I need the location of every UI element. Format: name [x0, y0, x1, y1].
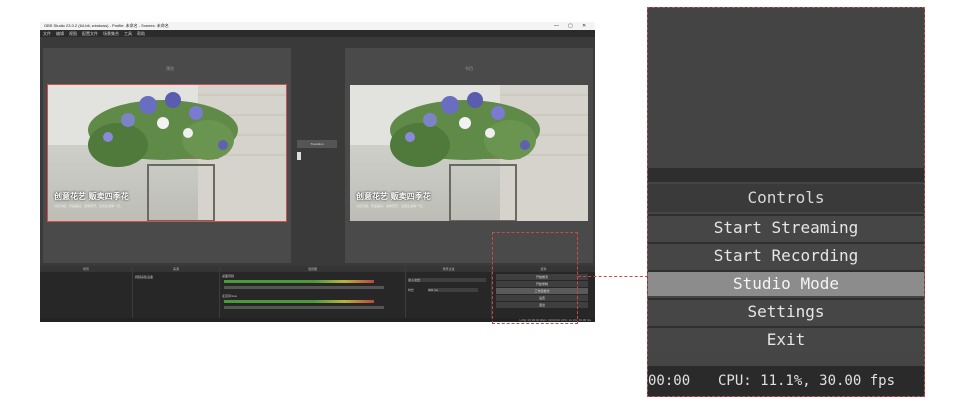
mixer-mic-label: 麦克风/Aux [222, 294, 238, 298]
duration-label: 时长 [408, 288, 415, 292]
transition-select[interactable]: 淡入淡出 [408, 278, 486, 282]
zoom-settings-button[interactable]: Settings [648, 298, 924, 324]
menu-help[interactable]: 帮助 [137, 30, 145, 37]
scene-caption: 创意花艺 贩卖四季花 [356, 192, 431, 201]
scene-subcaption: 以花为媒，传递美好；四季花开，点亮生活每一天。 [54, 204, 124, 208]
transition-slider[interactable] [297, 152, 301, 160]
close-icon[interactable]: ✕ [582, 22, 586, 30]
controls-title: Controls [648, 184, 924, 212]
program-label: 节目 [465, 66, 473, 71]
zoom-status-cpu: CPU: 11.1%, 30.00 fps [718, 373, 896, 389]
zoomed-controls-panel: Controls Start Streaming Start Recording… [647, 7, 925, 397]
preview-pane[interactable]: 预览 创意花艺 贩卖四季花 以花为媒，传递美好；四季花开，点亮生活每一天。 [43, 48, 291, 263]
source-item[interactable]: 视频采集设备 [135, 275, 153, 279]
menu-file[interactable]: 文件 [43, 30, 51, 37]
zoom-status-time: 00:00 [648, 373, 691, 389]
scene-subcaption: 以花为媒，传递美好；四季花开，点亮生活每一天。 [356, 204, 426, 208]
callout-connector [578, 276, 648, 277]
preview-scene[interactable]: 创意花艺 贩卖四季花 以花为媒，传递美好；四季花开，点亮生活每一天。 [47, 84, 287, 222]
menu-scene-collection[interactable]: 场景集合 [103, 30, 119, 37]
zoomed-empty-area [648, 8, 924, 168]
mixer-desktop-meter [224, 280, 374, 283]
mixer-desktop-label: 桌面音频 [222, 274, 235, 278]
mixer-header: 混音器 [220, 266, 405, 272]
window-title: OBS Studio 23.0.2 (64-bit, windows) - Pr… [44, 23, 169, 28]
sources-header: 来源 [133, 266, 219, 272]
menu-edit[interactable]: 编辑 [56, 30, 64, 37]
program-scene[interactable]: 创意花艺 贩卖四季花 以花为媒，传递美好；四季花开，点亮生活每一天。 [350, 85, 588, 221]
preview-label: 预览 [166, 66, 174, 71]
zoom-exit-button[interactable]: Exit [648, 326, 924, 352]
transitions-header: 场景过渡 [406, 266, 491, 272]
menu-profile[interactable]: 配置文件 [82, 30, 98, 37]
mixer-mic-slider[interactable] [224, 306, 384, 309]
mixer-mic-meter [224, 300, 374, 303]
zoom-studio-mode-button[interactable]: Studio Mode [648, 270, 924, 296]
mixer-desktop-slider[interactable] [224, 286, 384, 289]
transitions-dock: 场景过渡 淡入淡出 时长 300 ms [406, 266, 492, 322]
minimize-icon[interactable]: — [554, 22, 559, 30]
transition-button[interactable]: Transition [297, 140, 337, 148]
menu-tools[interactable]: 工具 [124, 30, 132, 37]
scenes-dock: 场景 [40, 266, 133, 322]
zoomed-divider [648, 168, 924, 182]
controls-highlight-box [492, 232, 578, 324]
program-pane[interactable]: 节目 创意花艺 贩卖四季花 以花为媒，传递美好；四季花开，点亮生活每一天。 [345, 48, 593, 263]
zoom-start-recording-button[interactable]: Start Recording [648, 242, 924, 268]
sources-dock: 来源 视频采集设备 [133, 266, 220, 322]
duration-input[interactable]: 300 ms [428, 288, 478, 292]
mixer-dock: 混音器 桌面音频 麦克风/Aux [220, 266, 406, 322]
scenes-header: 场景 [40, 266, 132, 272]
title-bar: OBS Studio 23.0.2 (64-bit, windows) - Pr… [40, 22, 595, 30]
scene-caption: 创意花艺 贩卖四季花 [54, 192, 129, 201]
menu-bar: 文件 编辑 视图 配置文件 场景集合 工具 帮助 [40, 30, 595, 37]
zoom-start-streaming-button[interactable]: Start Streaming [648, 214, 924, 240]
menu-view[interactable]: 视图 [69, 30, 77, 37]
zoom-status-bar: 00:00 CPU: 11.1%, 30.00 fps [648, 366, 924, 396]
maximize-icon[interactable]: ▢ [568, 22, 573, 30]
